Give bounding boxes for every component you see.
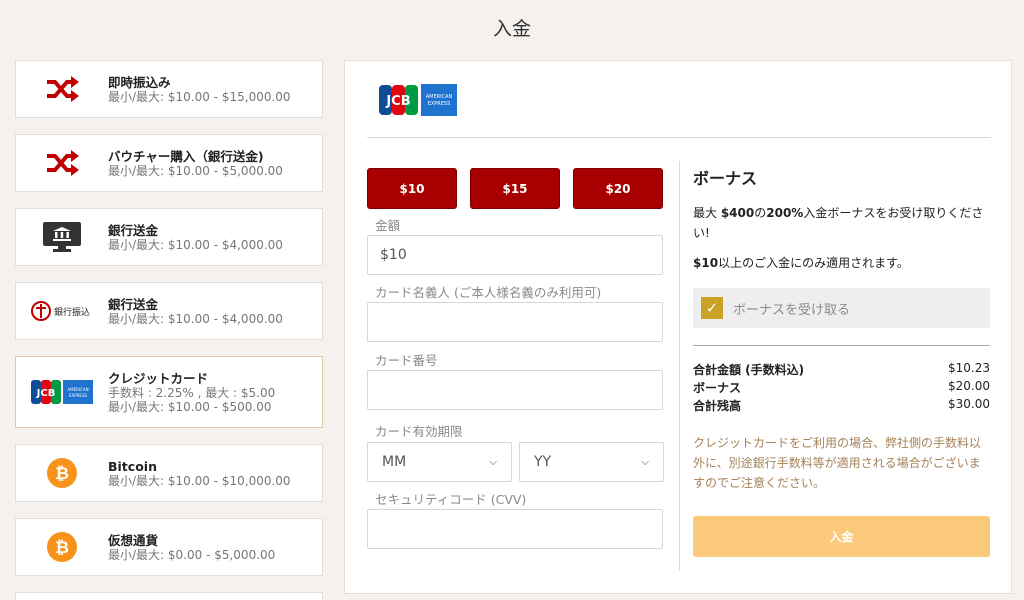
method-bank-transfer-furikomi[interactable]: 銀行振込 銀行送金 最小/最大: $10.00 - $4,000.00 [15, 282, 323, 340]
bonus-title: ボーナス [693, 169, 758, 188]
method-next-partial[interactable] [15, 592, 323, 600]
expiry-month-value: MM [382, 454, 407, 470]
svg-text:JCB: JCB [385, 94, 410, 109]
fee-note: クレジットカードをご利用の場合、弊社側の手数料以外に、別途銀行手数料等が適用され… [693, 436, 982, 490]
method-voucher[interactable]: バウチャー購入（銀行送金) 最小/最大: $10.00 - $5,000.00 [15, 134, 323, 192]
method-credit-card[interactable]: JCB AMERICAN EXPRESS クレジットカード 手数料 : 2.25… [15, 356, 323, 428]
svg-text:₿: ₿ [55, 464, 69, 484]
method-name: バウチャー購入（銀行送金) [108, 148, 264, 164]
card-number-label: カード番号 [375, 353, 438, 368]
card-holder-label: カード名義人 (ご本人様名義のみ利用可) [375, 285, 602, 300]
method-limits: 最小/最大: $10.00 - $10,000.00 [108, 473, 291, 488]
bitcoin-icon: ₿ [16, 532, 108, 562]
method-bitcoin[interactable]: ₿ Bitcoin 最小/最大: $10.00 - $10,000.00 [15, 444, 323, 502]
amount-15-button[interactable]: $15 [470, 168, 560, 209]
method-limits: 最小/最大: $10.00 - $4,000.00 [108, 311, 283, 326]
expiry-month-select[interactable]: MM ⌵ [367, 442, 512, 482]
svg-text:₿: ₿ [55, 538, 69, 558]
bonus-checkbox-row[interactable]: ✓ ボーナスを受け取る [693, 288, 990, 328]
card-holder-input[interactable] [367, 302, 663, 342]
method-name: Bitcoin [108, 458, 157, 474]
cvv-label: セキュリティコード (CVV) [375, 492, 527, 507]
svg-text:AMERICAN: AMERICAN [426, 94, 453, 100]
method-fee: 手数料 : 2.25% , 最大 : $5.00 [108, 385, 276, 400]
amount-input[interactable]: $10 [367, 235, 663, 275]
summary-row: 合計残高 $30.00 [693, 397, 990, 413]
amount-20-button[interactable]: $20 [573, 168, 663, 209]
method-name: 即時振込み [108, 74, 171, 90]
chevron-down-icon: ⌵ [489, 456, 497, 468]
divider [367, 137, 991, 138]
method-name: クレジットカード [108, 370, 209, 386]
deposit-panel: JCB AMERICAN EXPRESS $10 $15 $20 金額 $10 … [344, 60, 1012, 594]
method-crypto[interactable]: ₿ 仮想通貨 最小/最大: $0.00 - $5,000.00 [15, 518, 323, 576]
jcb-amex-logo: JCB AMERICAN EXPRESS [16, 379, 108, 405]
summary-row: 合計金額 (手数料込) $10.23 [693, 361, 990, 377]
jcb-amex-logo: JCB AMERICAN EXPRESS [379, 83, 457, 117]
logo-text: 銀行振込 [54, 306, 90, 318]
method-name: 仮想通貨 [108, 532, 159, 548]
bonus-description: 最大 $400の200%入金ボーナスをお受け取りください! [693, 206, 984, 240]
method-instant-transfer[interactable]: 即時振込み 最小/最大: $10.00 - $15,000.00 [15, 60, 323, 118]
shuffle-icon [16, 150, 108, 176]
svg-text:AMERICAN: AMERICAN [67, 387, 88, 392]
shuffle-icon [16, 76, 108, 102]
summary-divider [693, 345, 990, 346]
chevron-down-icon: ⌵ [641, 456, 649, 468]
bonus-checkbox-label: ボーナスを受け取る [733, 302, 851, 318]
expiry-year-select[interactable]: YY ⌵ [519, 442, 664, 482]
summary-row: ボーナス $20.00 [693, 379, 990, 395]
amount-label: 金額 [375, 218, 401, 233]
cvv-input[interactable] [367, 509, 663, 549]
bitcoin-icon: ₿ [16, 458, 108, 488]
svg-text:EXPRESS: EXPRESS [69, 393, 88, 398]
column-divider [679, 161, 680, 571]
card-expiry-label: カード有効期限 [375, 424, 463, 439]
svg-text:EXPRESS: EXPRESS [428, 101, 451, 107]
svg-text:JCB: JCB [36, 388, 56, 399]
method-name: 銀行送金 [108, 296, 159, 312]
bonus-condition: $10以上のご入金にのみ適用されます。 [693, 256, 909, 270]
check-icon[interactable]: ✓ [701, 297, 723, 319]
method-limits: 最小/最大: $10.00 - $5,000.00 [108, 163, 283, 178]
method-bank-transfer[interactable]: 銀行送金 最小/最大: $10.00 - $4,000.00 [15, 208, 323, 266]
amount-10-button[interactable]: $10 [367, 168, 457, 209]
method-name: 銀行送金 [108, 222, 159, 238]
card-number-input[interactable] [367, 370, 663, 410]
ginkou-furikomi-logo: 銀行振込 [16, 297, 108, 325]
method-limits: 最小/最大: $10.00 - $4,000.00 [108, 237, 283, 252]
bank-monitor-icon [16, 221, 108, 253]
method-limits: 最小/最大: $10.00 - $500.00 [108, 399, 272, 414]
page-title: 入金 [492, 18, 531, 40]
deposit-submit-button[interactable]: 入金 [693, 516, 990, 557]
expiry-year-value: YY [534, 454, 552, 470]
method-limits: 最小/最大: $0.00 - $5,000.00 [108, 547, 276, 562]
method-limits: 最小/最大: $10.00 - $15,000.00 [108, 89, 291, 104]
